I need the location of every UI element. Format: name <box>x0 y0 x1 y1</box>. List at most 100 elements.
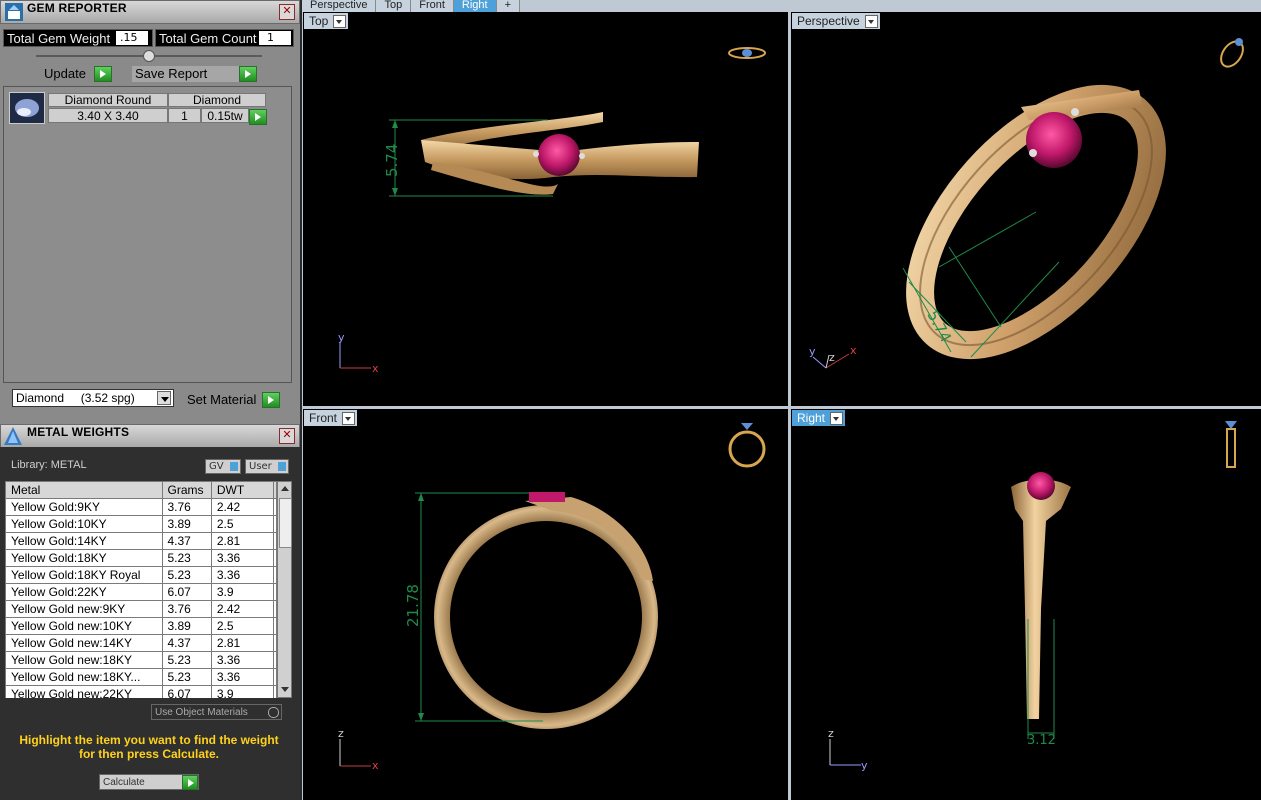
table-row[interactable]: Yellow Gold new:18KY... 5.23 3.36 <box>5 668 277 686</box>
play-icon <box>262 392 280 408</box>
diamond-icon <box>15 99 39 117</box>
metal-dwt: 3.36 <box>210 651 274 669</box>
col-grams[interactable]: Grams <box>161 481 212 499</box>
front-view-render: 21.78 z x <box>338 423 766 772</box>
col-dwt[interactable]: DWT <box>210 481 274 499</box>
add-tab-button[interactable]: + <box>496 0 521 12</box>
gem-size[interactable]: 3.40 X 3.40 <box>48 108 168 123</box>
metal-grams: 3.89 <box>161 515 212 533</box>
top-view-render: 5.74 y x <box>338 47 766 375</box>
ruby-gem <box>1026 112 1082 168</box>
material-select[interactable]: Diamond (3.52 spg) <box>12 389 174 407</box>
chevron-down-icon[interactable] <box>157 391 171 405</box>
table-row[interactable]: Yellow Gold:9KY 3.76 2.42 <box>5 498 277 516</box>
viewport-label-perspective-text: Perspective <box>797 14 860 28</box>
metal-dwt: 3.36 <box>210 668 274 686</box>
front-dimension: 21.78 <box>404 584 422 627</box>
col-metal[interactable]: Metal <box>5 481 163 499</box>
use-object-materials-button[interactable]: Use Object Materials <box>151 704 282 720</box>
metal-name: Yellow Gold:18KY Royal <box>5 566 163 584</box>
set-material-button[interactable]: Set Material <box>184 391 280 408</box>
close-icon[interactable]: ✕ <box>279 4 295 20</box>
metal-name: Yellow Gold:18KY <box>5 549 163 567</box>
table-row[interactable]: Yellow Gold:18KY Royal 5.23 3.36 <box>5 566 277 584</box>
table-row[interactable]: Yellow Gold new:22KY 6.07 3.9 <box>5 685 277 698</box>
table-row[interactable]: Yellow Gold new:18KY 5.23 3.36 <box>5 651 277 669</box>
metal-table-scrollbar[interactable] <box>277 481 292 698</box>
viewport-top[interactable]: 5.74 y x Top <box>303 12 788 406</box>
viewport-label-right-text: Right <box>797 411 826 425</box>
gem-reporter-icon <box>5 3 23 21</box>
viewport-front[interactable]: 21.78 z x Front <box>303 409 788 800</box>
gem-weight[interactable]: 0.15tw <box>201 108 249 123</box>
metal-grams: 5.23 <box>161 566 212 584</box>
mini-ring-icon <box>728 47 766 59</box>
play-icon <box>94 66 112 82</box>
chevron-down-icon[interactable] <box>342 412 356 425</box>
gem-shape-header: Diamond Round <box>48 93 168 107</box>
metal-name: Yellow Gold new:14KY <box>5 634 163 652</box>
gem-thumbnail[interactable] <box>9 92 45 124</box>
mini-ring-icon <box>1225 421 1237 468</box>
chevron-down-icon[interactable] <box>333 15 347 28</box>
metal-grams: 3.76 <box>161 498 212 516</box>
metal-weights-icon <box>4 427 22 445</box>
tab-perspective[interactable]: Perspective <box>302 0 377 12</box>
left-panel: GEM REPORTER ✕ Total Gem Weight .15 Tota… <box>0 0 300 800</box>
metal-dwt: 2.81 <box>210 532 274 550</box>
gv-toggle[interactable]: GV <box>205 459 241 474</box>
table-row[interactable]: Yellow Gold:10KY 3.89 2.5 <box>5 515 277 533</box>
mini-ring-icon <box>728 423 766 468</box>
viewport-label-front[interactable]: Front <box>304 410 358 426</box>
scroll-down-icon[interactable] <box>281 687 289 692</box>
table-row[interactable]: Yellow Gold:22KY 6.07 3.9 <box>5 583 277 601</box>
viewport-perspective[interactable]: 5.74 y z x Perspective <box>791 12 1261 406</box>
metal-name: Yellow Gold new:18KY <box>5 651 163 669</box>
user-toggle[interactable]: User <box>245 459 289 474</box>
gem-count[interactable]: 1 <box>168 108 201 123</box>
metal-name: Yellow Gold new:18KY... <box>5 668 163 686</box>
use-object-materials-label: Use Object Materials <box>155 707 248 718</box>
viewport-right[interactable]: 3.12 z y Right <box>791 409 1261 800</box>
gem-reporter-header: GEM REPORTER ✕ <box>0 0 300 24</box>
size-slider-handle[interactable] <box>143 50 155 62</box>
table-row[interactable]: Yellow Gold new:14KY 4.37 2.81 <box>5 634 277 652</box>
viewport-label-right[interactable]: Right <box>792 410 846 426</box>
axis-z-label: z <box>338 727 344 740</box>
gem-detail-play-icon[interactable] <box>249 109 267 125</box>
update-button[interactable]: Update <box>41 66 112 82</box>
chevron-down-icon[interactable] <box>830 412 844 425</box>
tab-right[interactable]: Right <box>453 0 497 12</box>
table-row[interactable]: Yellow Gold:14KY 4.37 2.81 <box>5 532 277 550</box>
metal-grams: 5.23 <box>161 549 212 567</box>
calculate-label: Calculate <box>103 777 145 788</box>
table-row[interactable]: Yellow Gold new:10KY 3.89 2.5 <box>5 617 277 635</box>
library-label: Library: METAL <box>11 459 87 471</box>
viewport-label-perspective[interactable]: Perspective <box>792 13 880 29</box>
axis-y-label: y <box>861 759 868 772</box>
scroll-thumb[interactable] <box>279 498 292 548</box>
top-dimension: 5.74 <box>383 144 401 177</box>
table-row[interactable]: Yellow Gold:18KY 5.23 3.36 <box>5 549 277 567</box>
tab-front[interactable]: Front <box>411 0 454 12</box>
table-row[interactable]: Yellow Gold new:9KY 3.76 2.42 <box>5 600 277 618</box>
axis-z-label: z <box>828 727 834 740</box>
save-report-button[interactable]: Save Report <box>132 66 257 82</box>
viewport-label-top-text: Top <box>309 14 329 28</box>
gem-reporter-title: GEM REPORTER <box>27 1 127 15</box>
tab-top[interactable]: Top <box>376 0 412 12</box>
metal-name: Yellow Gold new:22KY <box>5 685 163 698</box>
total-gem-count-value: 1 <box>259 31 291 45</box>
calculate-button[interactable]: Calculate <box>99 774 199 790</box>
viewport-label-top[interactable]: Top <box>304 13 349 29</box>
viewport-area: Perspective Top Front Right + 5.74 y x T… <box>302 0 1261 800</box>
chevron-down-icon[interactable] <box>864 15 878 28</box>
metal-name: Yellow Gold new:10KY <box>5 617 163 635</box>
metal-dwt: 2.5 <box>210 617 274 635</box>
axis-x-label: x <box>372 759 379 772</box>
metal-name: Yellow Gold new:9KY <box>5 600 163 618</box>
scroll-up-icon[interactable] <box>281 486 289 491</box>
metal-dwt: 3.36 <box>210 549 274 567</box>
close-icon[interactable]: ✕ <box>279 428 295 444</box>
save-report-label: Save Report <box>135 66 208 81</box>
